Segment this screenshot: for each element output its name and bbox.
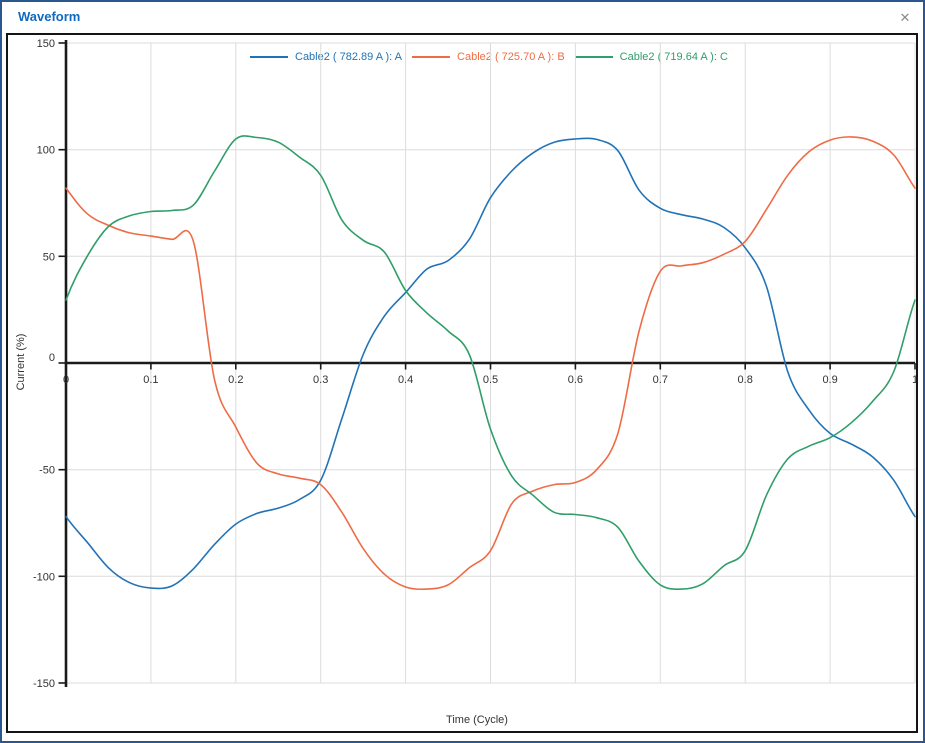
x-tick-label: 0.5 bbox=[483, 374, 498, 386]
close-icon: ✕ bbox=[900, 10, 911, 25]
x-tick-label: 0.4 bbox=[398, 374, 413, 386]
y-tick-label: 100 bbox=[37, 145, 55, 157]
chart-frame: Cable2 ( 782.89 A ): ACable2 ( 725.70 A … bbox=[6, 33, 918, 733]
x-tick-label: 0.9 bbox=[822, 374, 837, 386]
x-tick-label: 0 bbox=[63, 374, 69, 386]
y-axis-title: Current (%) bbox=[15, 334, 27, 391]
y-tick-label: 0 bbox=[49, 352, 55, 364]
x-tick-label: 0.2 bbox=[228, 374, 243, 386]
x-tick-label: 0.8 bbox=[738, 374, 753, 386]
y-tick-label: -100 bbox=[33, 571, 55, 583]
window-title: Waveform bbox=[18, 9, 80, 24]
waveform-plot: 0 0.1 0.2 0.3 0.4 0.5 0.6 0.7 0.8 0.9 1 150 100 50 0 -5… bbox=[8, 35, 916, 731]
x-tick-label: 0.3 bbox=[313, 374, 328, 386]
x-tick-label: 1 bbox=[912, 374, 916, 386]
y-tick-label: 150 bbox=[37, 38, 55, 50]
y-tick-label: -50 bbox=[39, 465, 55, 477]
x-tick-label: 0.1 bbox=[143, 374, 158, 386]
y-tick-label: 50 bbox=[43, 251, 55, 263]
y-tick-label: -150 bbox=[33, 678, 55, 690]
titlebar: Waveform ✕ bbox=[2, 2, 923, 33]
close-button[interactable]: ✕ bbox=[893, 6, 917, 30]
waveform-window: Waveform ✕ Cable2 ( 782.89 A ): ACable2 … bbox=[0, 0, 925, 743]
x-axis-title: Time (Cycle) bbox=[446, 714, 508, 726]
x-tick-label: 0.6 bbox=[568, 374, 583, 386]
x-tick-label: 0.7 bbox=[653, 374, 668, 386]
